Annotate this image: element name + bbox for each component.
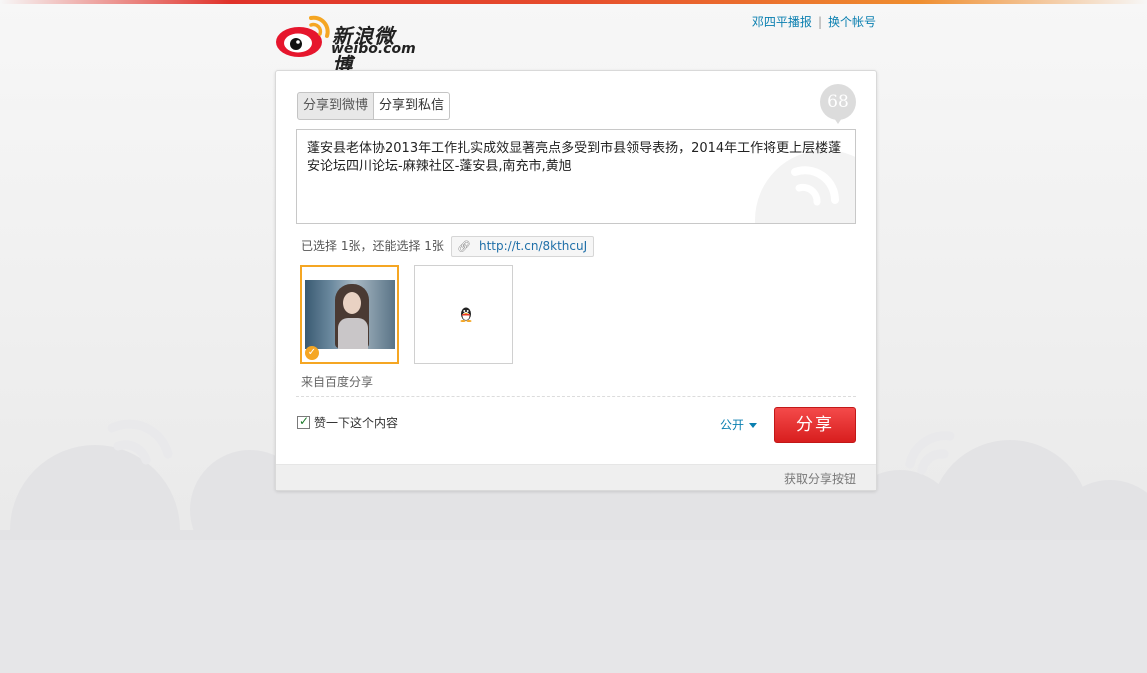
like-label: 赞一下这个内容 bbox=[314, 416, 399, 430]
weibo-eye-icon bbox=[276, 15, 330, 57]
cloud-ground bbox=[0, 540, 1147, 673]
share-text-content: 蓬安县老体协2013年工作扎实成效显著亮点多受到市县领导表扬，2014年工作将更… bbox=[307, 141, 842, 174]
image-selection-tip: 已选择 1张，还能选择 1张 bbox=[301, 239, 444, 253]
share-tabs: 分享到微博 分享到私信 bbox=[297, 92, 451, 120]
short-url-text: http://t.cn/8kthcuJ bbox=[478, 239, 588, 253]
image-source-label: 来自百度分享 bbox=[301, 375, 374, 389]
tab-share-to-weibo[interactable]: 分享到微博 bbox=[297, 92, 375, 120]
tab-share-to-message[interactable]: 分享到私信 bbox=[374, 92, 451, 120]
visibility-label: 公开 bbox=[720, 418, 745, 432]
image-option-qq[interactable] bbox=[414, 265, 513, 364]
remaining-char-counter: 68 bbox=[820, 84, 856, 124]
checkmark-icon: ✓ bbox=[305, 346, 319, 360]
link-icon: 🔗︎ bbox=[457, 240, 471, 253]
share-panel: 分享到微博 分享到私信 68 蓬安县老体协2013年工作扎实成效显著亮点多受到市… bbox=[275, 70, 877, 491]
like-option[interactable]: ✓ 赞一下这个内容 bbox=[297, 414, 398, 431]
visibility-dropdown[interactable]: 公开 bbox=[720, 416, 758, 433]
share-button[interactable]: 分享 bbox=[774, 407, 856, 443]
photo-thumbnail bbox=[305, 280, 395, 349]
share-text-input[interactable]: 蓬安县老体协2013年工作扎实成效显著亮点多受到市县领导表扬，2014年工作将更… bbox=[296, 129, 856, 224]
get-share-button-link[interactable]: 获取分享按钮 bbox=[784, 470, 856, 487]
switch-account-link[interactable]: 换个帐号 bbox=[828, 15, 876, 29]
divider bbox=[296, 396, 856, 397]
qq-penguin-icon bbox=[460, 307, 472, 322]
like-checkbox[interactable]: ✓ bbox=[297, 414, 310, 429]
username-link[interactable]: 邓四平播报 bbox=[752, 15, 812, 29]
caret-down-icon bbox=[749, 423, 758, 428]
top-accent-bar bbox=[0, 0, 1147, 4]
short-url-link[interactable]: 🔗︎ http://t.cn/8kthcuJ bbox=[451, 236, 595, 257]
account-separator: | bbox=[817, 15, 822, 29]
account-links: 邓四平播报 | 换个帐号 bbox=[752, 13, 876, 30]
logo-text-domain: weibo.com bbox=[331, 41, 416, 57]
check-icon: ✓ bbox=[299, 414, 310, 428]
weibo-logo: 新浪微博 weibo.com bbox=[275, 14, 416, 77]
image-option-selected[interactable]: ✓ bbox=[300, 265, 399, 364]
panel-footer: 获取分享按钮 bbox=[276, 464, 876, 490]
